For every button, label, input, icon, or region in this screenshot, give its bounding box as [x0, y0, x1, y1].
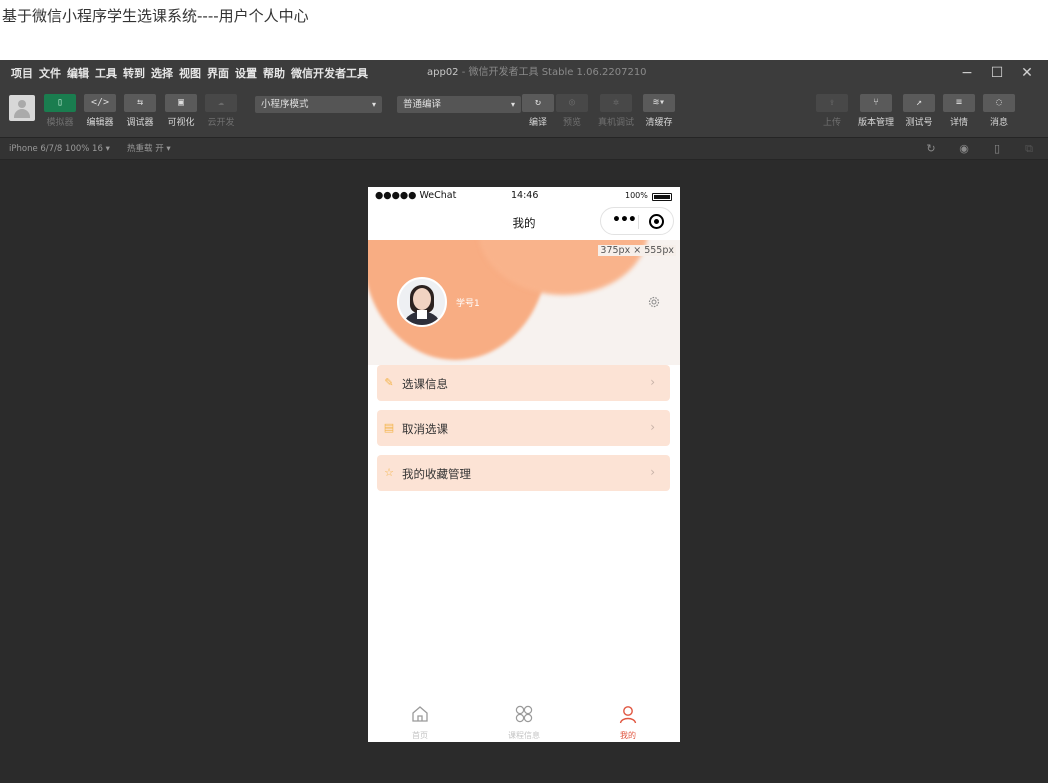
user-avatar-icon[interactable]	[9, 95, 35, 121]
menu-item-favorites[interactable]: ☆ 我的收藏管理 ›	[377, 455, 670, 491]
cloud-icon: ☁	[205, 94, 237, 112]
menu-select[interactable]: 选择	[148, 65, 176, 81]
size-hint: 375px × 555px	[598, 245, 676, 256]
edit-icon: ✎	[384, 376, 394, 389]
menu-list: ✎ 选课信息 › ▤ 取消选课 › ☆ 我的收藏管理 ›	[377, 365, 670, 500]
layout-icon: ▣	[165, 94, 197, 112]
list-icon: ≡	[943, 94, 975, 112]
device-icon[interactable]: ▯	[990, 142, 1004, 156]
carrier-label: ●●●●● WeChat	[375, 190, 457, 201]
status-bar: ●●●●● WeChat 14:46 100%	[368, 187, 680, 207]
menu-help[interactable]: 帮助	[260, 65, 288, 81]
toolbar: ▯ 模拟器 </> 编辑器 ⇆ 调试器 ▣ 可视化 ☁ 云开发 小程序模式 ▾ 普…	[0, 86, 1048, 138]
upload-icon: ⇪	[816, 94, 848, 112]
bell-icon: ◌	[983, 94, 1015, 112]
real-device-debug-button[interactable]: ✲ 真机调试	[598, 94, 634, 128]
clear-cache-button[interactable]: ≋▾ 清缓存	[642, 94, 676, 128]
menu-item-cancel-course[interactable]: ▤ 取消选课 ›	[377, 410, 670, 446]
menu-tools[interactable]: 工具	[92, 65, 120, 81]
menu-capsule: •••	[600, 207, 674, 235]
phone-simulator: ●●●●● WeChat 14:46 100% 我的 ••• 375px × 5…	[368, 187, 680, 742]
window-icon[interactable]: ⧉	[1022, 142, 1036, 156]
menu-settings[interactable]: 设置	[232, 65, 260, 81]
status-time: 14:46	[511, 190, 539, 201]
page-caption: 基于微信小程序学生选课系统----用户个人中心	[0, 0, 1048, 60]
battery-icon	[652, 193, 672, 201]
capsule-divider	[638, 215, 639, 229]
menu-interface[interactable]: 界面	[204, 65, 232, 81]
tab-bar: 首页 课程信息 我的	[368, 699, 680, 742]
tab-home[interactable]: 首页	[368, 699, 472, 742]
home-icon	[412, 706, 428, 722]
nav-bar: 我的 •••	[368, 207, 680, 240]
version-button[interactable]: ⑂ 版本管理	[858, 94, 894, 128]
close-icon[interactable]: ✕	[1012, 65, 1042, 81]
rotate-icon[interactable]: ↻	[924, 142, 938, 156]
upload-button[interactable]: ⇪ 上传	[815, 94, 849, 128]
tab-mine[interactable]: 我的	[576, 699, 680, 742]
menu-bar: 项目 文件 编辑 工具 转到 选择 视图 界面 设置 帮助 微信开发者工具 ap…	[0, 60, 1048, 86]
profile-header: 375px × 555px 学号1	[368, 240, 680, 365]
minimize-icon[interactable]: −	[952, 65, 982, 81]
code-icon: </>	[84, 94, 116, 112]
more-icon[interactable]: •••	[612, 212, 637, 228]
menu-goto[interactable]: 转到	[120, 65, 148, 81]
refresh-icon: ↻	[522, 94, 554, 112]
devtools-window: 项目 文件 编辑 工具 转到 选择 视图 界面 设置 帮助 微信开发者工具 ap…	[0, 60, 1048, 783]
debug-icon: ⇆	[124, 94, 156, 112]
window-title: app02 - 微信开发者工具 Stable 1.06.2207210	[427, 60, 647, 86]
preview-button[interactable]: ◎ 预览	[555, 94, 589, 128]
compile-mode-select[interactable]: 普通编译 ▾	[397, 96, 521, 113]
menu-file[interactable]: 文件	[36, 65, 64, 81]
maximize-icon[interactable]: ☐	[982, 65, 1012, 81]
window-controls: − ☐ ✕	[952, 60, 1042, 86]
chevron-right-icon: ›	[650, 375, 655, 389]
student-id: 学号1	[456, 299, 480, 309]
star-icon: ☆	[384, 466, 394, 479]
device-bar: iPhone 6/7/8 100% 16 ▾ 热重载 开 ▾ ↻ ◉ ▯ ⧉	[0, 138, 1048, 160]
mode-select[interactable]: 小程序模式 ▾	[255, 96, 382, 113]
test-id-button[interactable]: ↗ 测试号	[902, 94, 936, 128]
bug-icon: ✲	[600, 94, 632, 112]
battery-label: 100%	[625, 191, 648, 200]
caret-down-icon: ▾	[510, 100, 515, 109]
tab-courses[interactable]: 课程信息	[472, 699, 576, 742]
hot-reload-toggle[interactable]: 热重载 开 ▾	[127, 138, 171, 160]
simulator-button[interactable]: ▯ 模拟器	[43, 94, 77, 128]
chevron-right-icon: ›	[650, 465, 655, 479]
close-target-icon[interactable]	[649, 214, 664, 229]
grid-icon	[515, 705, 533, 723]
eye-icon: ◎	[556, 94, 588, 112]
document-icon: ▤	[383, 421, 395, 434]
user-icon	[619, 706, 637, 724]
menu-edit[interactable]: 编辑	[64, 65, 92, 81]
caret-down-icon: ▾	[371, 100, 376, 109]
app-subtitle: - 微信开发者工具 Stable 1.06.2207210	[458, 67, 647, 78]
menu-item-course-info[interactable]: ✎ 选课信息 ›	[377, 365, 670, 401]
visual-button[interactable]: ▣ 可视化	[164, 94, 198, 128]
cloud-button[interactable]: ☁ 云开发	[204, 94, 238, 128]
branch-icon: ⑂	[860, 94, 892, 112]
details-button[interactable]: ≡ 详情	[942, 94, 976, 128]
menu-view[interactable]: 视图	[176, 65, 204, 81]
avatar[interactable]	[397, 277, 447, 327]
device-select[interactable]: iPhone 6/7/8 100% 16 ▾	[9, 138, 110, 160]
gear-icon[interactable]	[648, 296, 660, 308]
record-icon[interactable]: ◉	[957, 142, 971, 156]
menu-wechat-devtools[interactable]: 微信开发者工具	[288, 65, 371, 81]
menu-project[interactable]: 项目	[8, 65, 36, 81]
editor-button[interactable]: </> 编辑器	[83, 94, 117, 128]
debugger-button[interactable]: ⇆ 调试器	[123, 94, 157, 128]
phone-icon: ▯	[44, 94, 76, 112]
chevron-right-icon: ›	[650, 420, 655, 434]
messages-button[interactable]: ◌ 消息	[982, 94, 1016, 128]
layers-icon: ≋▾	[643, 94, 675, 112]
external-link-icon: ↗	[903, 94, 935, 112]
app-name: app02	[427, 67, 459, 78]
